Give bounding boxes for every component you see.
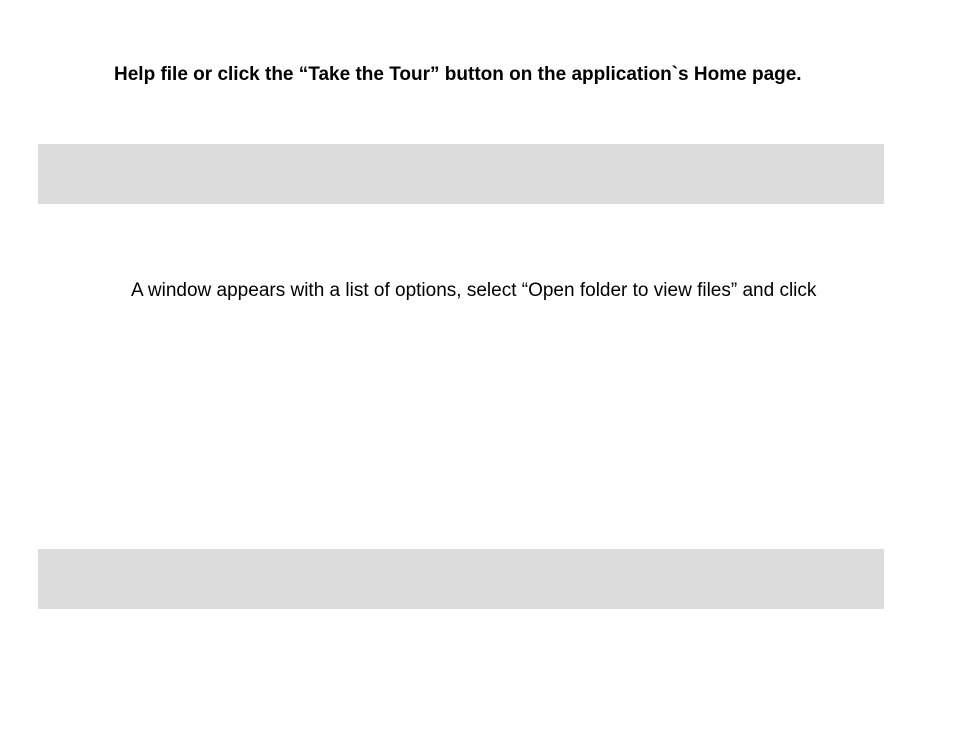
gray-separator-bar-bottom <box>38 549 884 609</box>
gray-separator-bar-top <box>38 144 884 204</box>
heading-text: Help file or click the “Take the Tour” b… <box>114 64 802 86</box>
instruction-paragraph: A window appears with a list of options,… <box>131 280 816 302</box>
